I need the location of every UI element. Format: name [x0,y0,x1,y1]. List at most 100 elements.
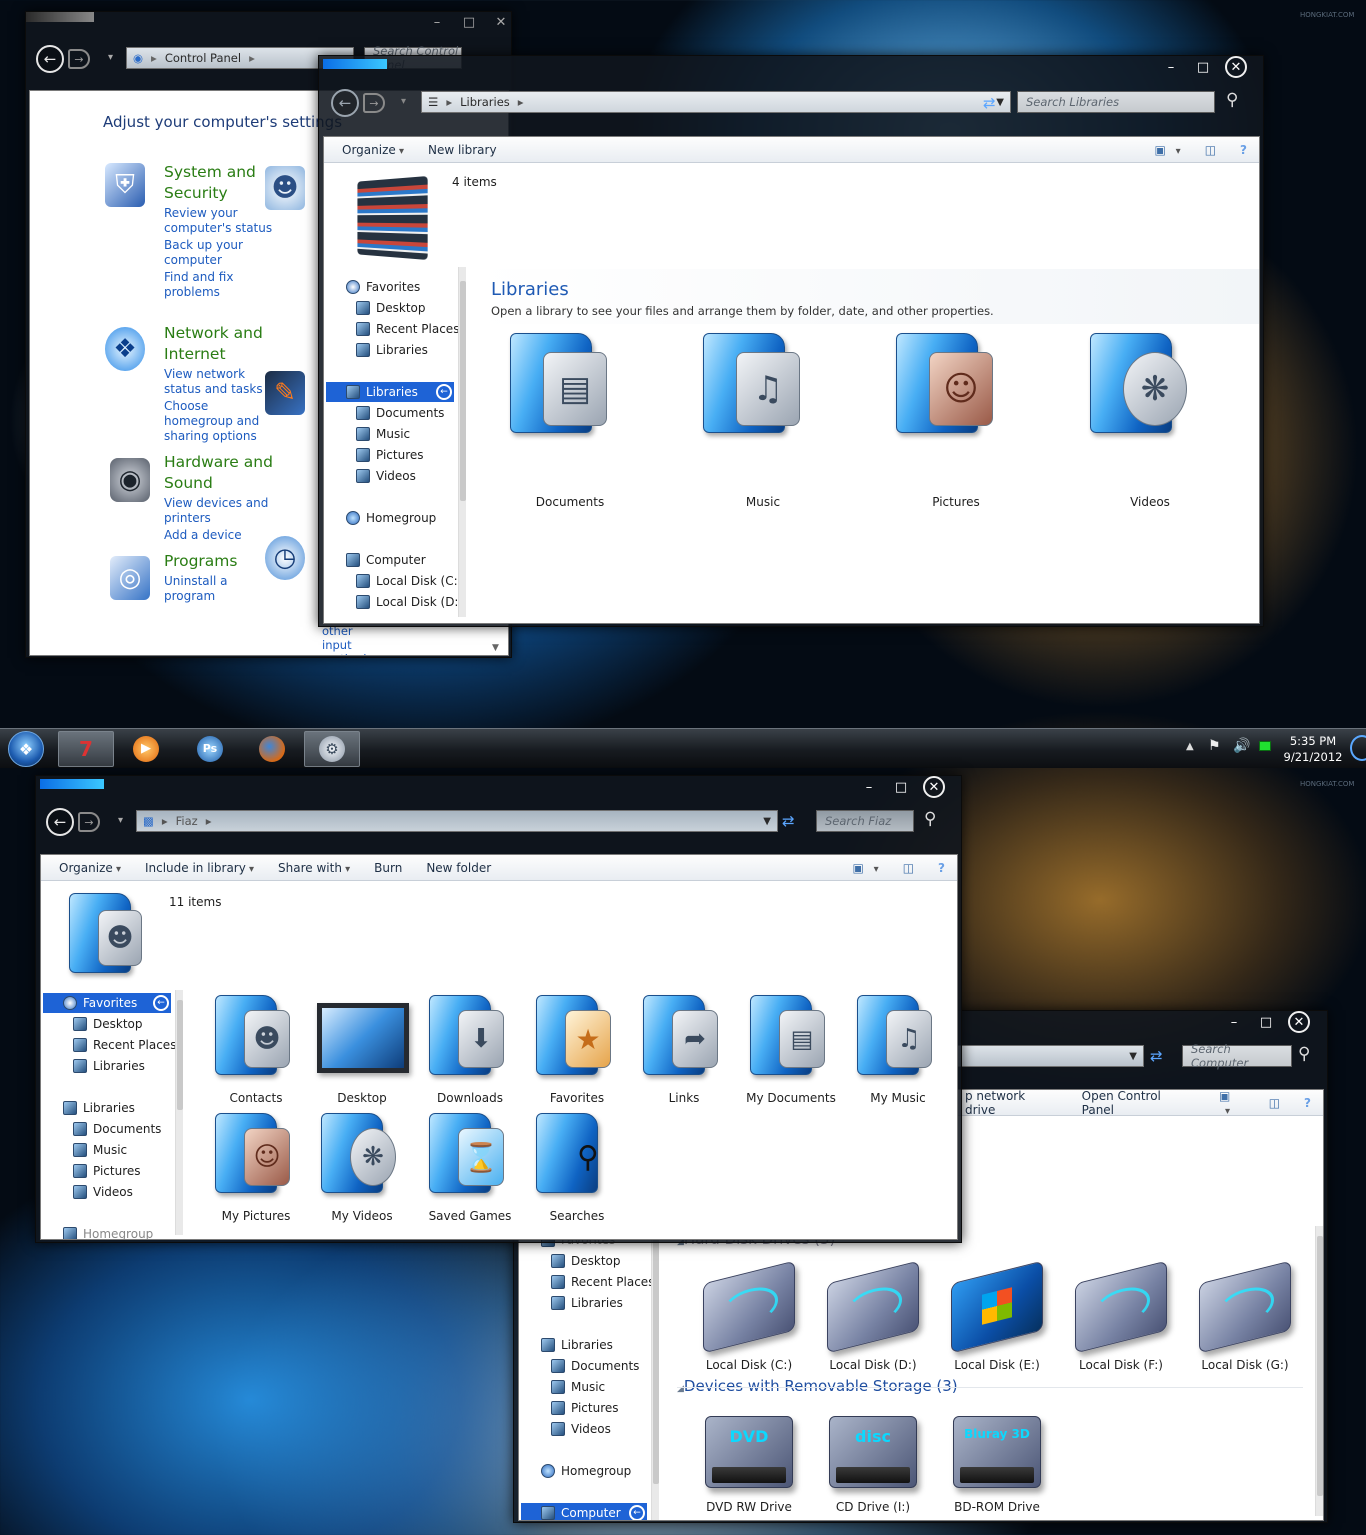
folder-tile[interactable]: ♫ My Music [845,995,951,1113]
maximize-button[interactable]: □ [1250,1015,1282,1030]
taskbar-control-panel[interactable]: ⚙ [304,731,360,767]
nav-recent-places[interactable]: Recent Places [551,1272,654,1292]
library-tile[interactable]: ❋ Videos [1080,333,1220,509]
category-link[interactable]: Network and Internet [164,323,274,365]
open-control-panel-button[interactable]: Open Control Panel [1070,1090,1207,1117]
organize-menu[interactable]: Organize [330,143,416,157]
preview-pane-icon[interactable]: ◫ [891,861,926,875]
nav-homegroup[interactable]: Homegroup [63,1224,153,1239]
nav-computer-selected[interactable]: Computer ← [521,1503,647,1520]
drive-tile[interactable]: Local Disk (G:) [1185,1260,1305,1372]
nav-pictures[interactable]: Pictures [73,1161,141,1181]
scroll-down-arrow[interactable]: ▼ [492,643,499,653]
battery-icon[interactable] [1259,741,1271,751]
refresh-icon[interactable]: ⇄ [782,812,795,830]
category-link[interactable]: Programs [164,551,274,572]
taskbar-photoshop[interactable]: Ps [182,731,238,767]
nav-recent-places[interactable]: Recent Places [356,319,459,339]
removable-drive-tile[interactable]: DVD DVD RW Drive [689,1412,809,1520]
address-dropdown-icon[interactable]: ▼ [996,97,1004,108]
drive-tile[interactable]: Local Disk (C:) [689,1260,809,1372]
maximize-button[interactable]: □ [885,780,917,795]
help-icon[interactable]: ? [926,861,957,875]
maximize-button[interactable]: □ [453,15,485,30]
organize-menu[interactable]: Organize [47,861,133,875]
back-button[interactable]: ← [46,808,74,836]
task-link[interactable]: Find and fix problems [164,270,274,300]
close-button[interactable]: ✕ [485,15,517,30]
nav-documents[interactable]: Documents [73,1119,161,1139]
nav-music[interactable]: Music [73,1140,127,1160]
folder-tile[interactable]: ⌛ Saved Games [417,1113,523,1231]
search-icon[interactable]: ⚲ [1298,1044,1310,1064]
include-in-library-menu[interactable]: Include in library [133,861,266,875]
nav-music[interactable]: Music [356,424,410,444]
view-options-icon[interactable]: ▣ ▾ [1207,1090,1257,1117]
nav-documents[interactable]: Documents [551,1356,639,1376]
nav-libraries[interactable]: Libraries [356,340,428,360]
nav-documents[interactable]: Documents [356,403,444,423]
category-link[interactable]: System and Security [164,162,274,204]
nav-pictures[interactable]: Pictures [356,445,424,465]
refresh-icon[interactable]: ⇄ [1150,1047,1163,1065]
folder-tile[interactable]: ⚲ Searches [524,1113,630,1231]
folder-tile[interactable]: ❋ My Videos [309,1113,415,1231]
nav-scrollbar[interactable] [651,1226,659,1520]
address-dropdown-icon[interactable]: ▼ [763,816,771,827]
nav-music[interactable]: Music [551,1377,605,1397]
folder-tile[interactable]: ➦ Links [631,995,737,1113]
new-folder-button[interactable]: New folder [414,861,503,875]
burn-button[interactable]: Burn [362,861,414,875]
removable-drive-tile[interactable]: disc CD Drive (I:) [813,1412,933,1520]
library-tile[interactable]: ☺ Pictures [886,333,1026,509]
drive-tile[interactable]: Local Disk (D:) [813,1260,933,1372]
folder-tile[interactable]: ⬇ Downloads [417,995,523,1113]
taskbar-media-player[interactable]: ▶ [118,731,174,767]
show-desktop-button[interactable] [1350,735,1366,761]
nav-videos[interactable]: Videos [356,466,416,486]
minimize-button[interactable]: – [853,780,885,795]
minimize-button[interactable]: – [421,15,453,30]
new-library-button[interactable]: New library [416,143,509,157]
nav-local-disk-c[interactable]: Local Disk (C:) [356,571,462,591]
task-link[interactable]: Back up your computer [164,238,274,268]
nav-libraries[interactable]: Libraries [73,1056,145,1076]
folder-tile[interactable]: Desktop [309,995,415,1113]
library-tile[interactable]: ♫ Music [693,333,833,509]
nav-computer[interactable]: Computer [346,550,426,570]
preview-pane-icon[interactable]: ◫ [1193,143,1228,157]
task-link[interactable]: Add a device [164,528,274,543]
back-button[interactable]: ← [36,45,64,73]
map-network-drive-button[interactable]: p network drive [953,1090,1070,1117]
folder-tile[interactable]: ☺ My Pictures [203,1113,309,1231]
refresh-icon[interactable]: ⇄ [983,94,996,112]
taskbar-explorer[interactable]: 7 [58,731,114,767]
nav-libraries-selected[interactable]: Libraries ← [326,382,454,402]
search-input[interactable]: Search Libraries [1017,91,1215,113]
nav-desktop[interactable]: Desktop [551,1251,621,1271]
clock[interactable]: 5:35 PM 9/21/2012 [1282,733,1344,765]
nav-homegroup[interactable]: Homegroup [346,508,436,528]
nav-favorites[interactable]: Favorites [346,277,420,297]
nav-scrollbar[interactable] [175,990,183,1235]
library-tile[interactable]: ▤ Documents [500,333,640,509]
address-bar[interactable]: ▩ ▸ Fiaz ▸ ▼ [136,810,778,832]
nav-videos[interactable]: Videos [551,1419,611,1439]
forward-button[interactable]: → [68,49,90,69]
nav-homegroup[interactable]: Homegroup [541,1461,631,1481]
help-icon[interactable]: ? [1292,1096,1323,1110]
forward-button[interactable]: → [78,812,100,832]
task-link[interactable]: Choose homegroup and sharing options [164,399,274,444]
task-link[interactable]: Uninstall a program [164,574,274,604]
removable-drive-tile[interactable]: Bluray 3D BD-ROM Drive [937,1412,1057,1520]
folder-tile[interactable]: ☻ Contacts [203,995,309,1113]
taskbar-firefox[interactable] [244,731,300,767]
recent-pages-chevron[interactable]: ▾ [401,96,406,107]
view-options-icon[interactable]: ▣ ▾ [841,861,891,875]
nav-libraries-group[interactable]: Libraries [63,1098,135,1118]
nav-desktop[interactable]: Desktop [356,298,426,318]
category-link[interactable]: Hardware and Sound [164,452,274,494]
nav-libraries[interactable]: Libraries [551,1293,623,1313]
search-input[interactable]: Search Computer [1182,1042,1292,1070]
preview-pane-icon[interactable]: ◫ [1257,1096,1292,1110]
